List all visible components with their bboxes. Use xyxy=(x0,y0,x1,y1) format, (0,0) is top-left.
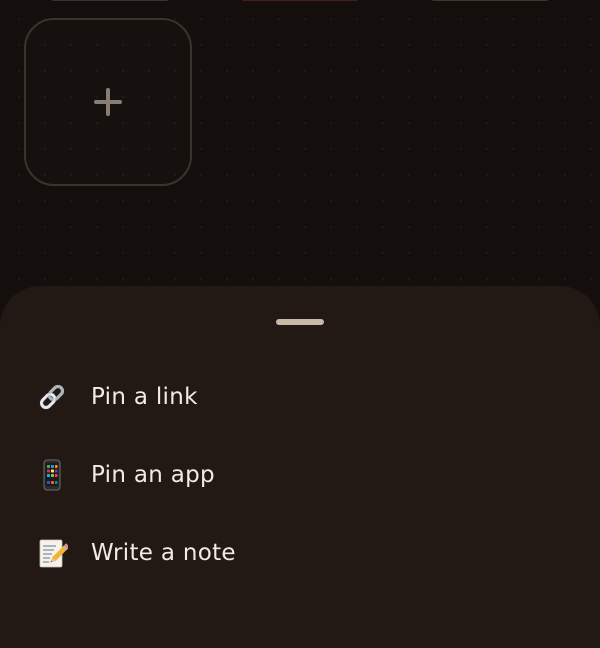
phone-icon xyxy=(36,459,68,491)
widget-peek[interactable] xyxy=(52,0,168,1)
pin-app-label: Pin an app xyxy=(91,462,215,488)
write-note-label: Write a note xyxy=(91,540,236,566)
plus-icon xyxy=(94,88,122,116)
memo-icon xyxy=(36,537,70,569)
link-icon xyxy=(36,381,68,413)
widget-peek[interactable] xyxy=(432,0,548,1)
sheet-drag-handle[interactable] xyxy=(276,319,324,325)
pin-app-option[interactable]: Pin an app xyxy=(0,444,600,506)
write-note-option[interactable]: Write a note xyxy=(0,522,600,584)
home-screen: Pin a link Pin an app Write a note xyxy=(0,0,600,648)
pin-link-label: Pin a link xyxy=(91,384,198,410)
pin-link-option[interactable]: Pin a link xyxy=(0,366,600,428)
widget-peek[interactable] xyxy=(242,0,358,1)
bottom-sheet: Pin a link Pin an app Write a note xyxy=(0,286,600,648)
add-widget-button[interactable] xyxy=(24,18,192,186)
